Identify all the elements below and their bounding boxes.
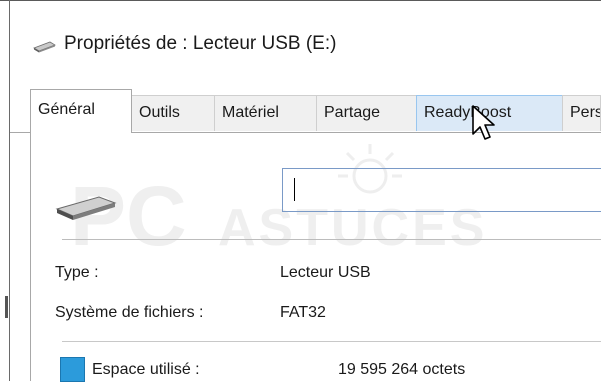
separator-line — [62, 239, 601, 240]
type-value: Lecteur USB — [280, 264, 371, 281]
title-bar[interactable]: Propriétés de : Lecteur USB (E:) — [10, 1, 601, 71]
used-space-swatch — [60, 357, 85, 382]
filesystem-label: Système de fichiers : — [55, 304, 204, 321]
usb-drive-icon — [33, 41, 56, 53]
text-caret — [294, 178, 295, 201]
drive-name-input[interactable] — [282, 168, 601, 212]
usb-drive-large-icon — [55, 196, 117, 220]
mouse-pointer-icon — [472, 105, 495, 140]
tab-general[interactable]: Général — [30, 89, 132, 133]
separator-line-2 — [62, 341, 601, 342]
used-space-label: Espace utilisé : — [92, 361, 200, 378]
background-window-edge — [0, 1, 9, 381]
type-label: Type : — [55, 264, 99, 281]
filesystem-value: FAT32 — [280, 304, 326, 321]
background-window-marker — [5, 296, 8, 318]
window-title: Propriétés de : Lecteur USB (E:) — [64, 33, 337, 54]
tab-personnaliser[interactable]: Pers — [562, 95, 601, 131]
used-space-value: 19 595 264 octets — [338, 361, 466, 378]
